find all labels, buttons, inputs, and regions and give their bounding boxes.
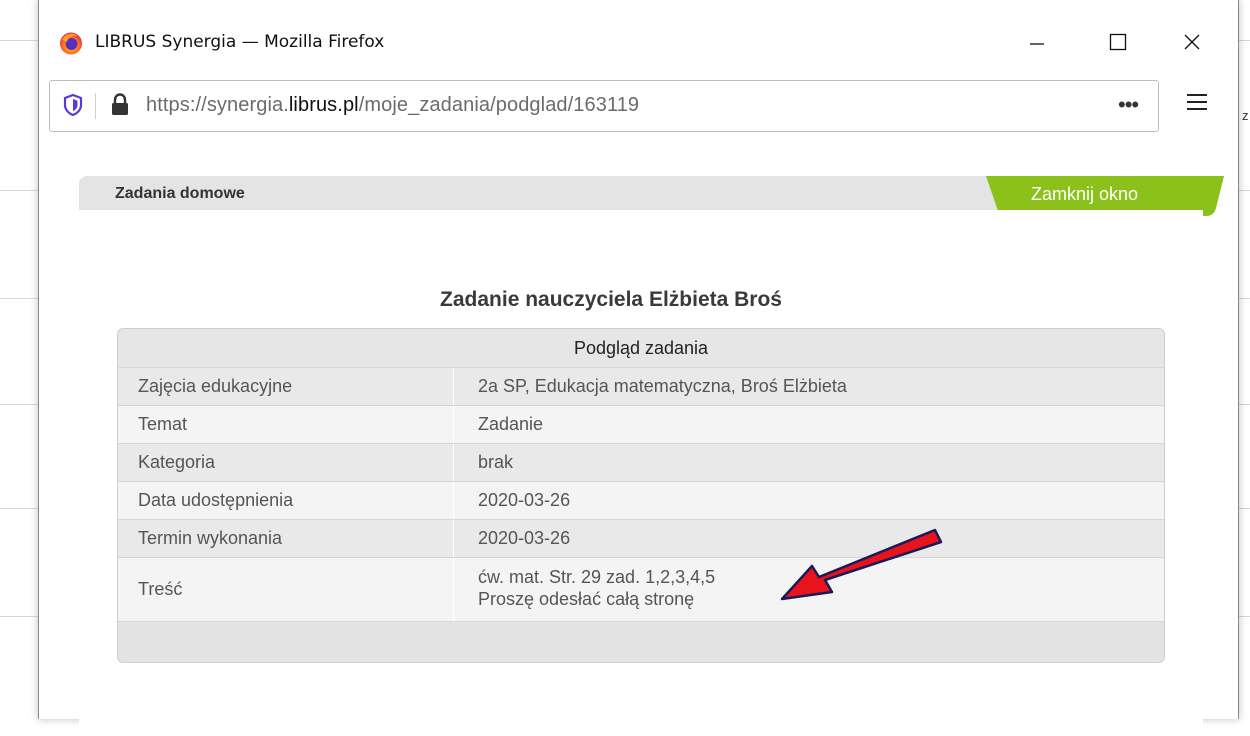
row-label: Data udostępnienia [118, 482, 454, 519]
table-row: Temat Zadanie [118, 406, 1164, 444]
background-divider [0, 190, 38, 191]
page-actions-menu-icon[interactable]: ••• [1118, 92, 1139, 118]
firefox-popup-window: LIBRUS Synergia — Mozilla Firefox https:… [38, 0, 1239, 736]
background-divider [0, 404, 38, 405]
background-divider [0, 40, 38, 41]
row-label: Kategoria [118, 444, 454, 481]
background-divider [0, 298, 38, 299]
tracking-protection-shield-icon[interactable] [63, 93, 83, 121]
table-header: Podgląd zadania [118, 329, 1164, 368]
window-title: LIBRUS Synergia — Mozilla Firefox [95, 32, 385, 52]
row-value: brak [478, 452, 514, 472]
close-icon [1184, 34, 1200, 50]
red-arrow-annotation [780, 528, 943, 601]
maximize-icon [1109, 33, 1127, 51]
url-domain: librus.pl [288, 94, 359, 116]
assignment-heading: Zadanie nauczyciela Elżbieta Broś [440, 288, 782, 311]
title-bar: LIBRUS Synergia — Mozilla Firefox [39, 0, 1238, 80]
close-window-label: Zamknij okno [1031, 184, 1139, 204]
address-bar[interactable]: https://synergia.librus.pl/moje_zadania/… [49, 80, 1159, 132]
page-content: Zadania domowe Zamknij okno Zadanie nauc… [39, 140, 1238, 736]
url-text[interactable]: https://synergia.librus.pl/moje_zadania/… [146, 94, 639, 117]
minimize-button[interactable] [1014, 22, 1060, 62]
address-bar-separator [95, 93, 96, 119]
table-row: Termin wykonania 2020-03-26 [118, 520, 1164, 558]
panel-title: Zadania domowe [115, 185, 245, 202]
background-edge-text: z [1242, 108, 1249, 123]
table-row: Kategoria brak [118, 444, 1164, 482]
row-value: Zadanie [478, 414, 544, 434]
firefox-logo-icon [59, 31, 83, 55]
table-row: Treść ćw. mat. Str. 29 zad. 1,2,3,4,5 Pr… [118, 558, 1164, 622]
maximize-button[interactable] [1095, 22, 1141, 62]
lock-icon[interactable] [110, 93, 130, 122]
table-row: Data udostępnienia 2020-03-26 [118, 482, 1164, 520]
row-value: 2a SP, Edukacja matematyczna, Broś Elżbi… [478, 376, 847, 396]
background-divider [0, 616, 38, 617]
row-value: 2020-03-26 [478, 490, 571, 510]
table-row: Zajęcia edukacyjne 2a SP, Edukacja matem… [118, 368, 1164, 406]
row-label: Temat [118, 406, 454, 443]
homework-panel: Zadania domowe Zamknij okno Zadanie nauc… [79, 176, 1224, 736]
row-label: Treść [118, 558, 454, 621]
minimize-icon [1030, 43, 1044, 45]
panel-body: Zadanie nauczyciela Elżbieta Broś Podglą… [79, 210, 1203, 736]
close-window-button[interactable] [1169, 22, 1215, 62]
row-label: Termin wykonania [118, 520, 454, 557]
assignment-preview-table: Podgląd zadania Zajęcia edukacyjne 2a SP… [117, 328, 1165, 663]
background-divider [0, 508, 38, 509]
row-label: Zajęcia edukacyjne [118, 368, 454, 405]
hamburger-menu-icon[interactable] [1186, 92, 1208, 117]
table-footer [118, 622, 1164, 662]
